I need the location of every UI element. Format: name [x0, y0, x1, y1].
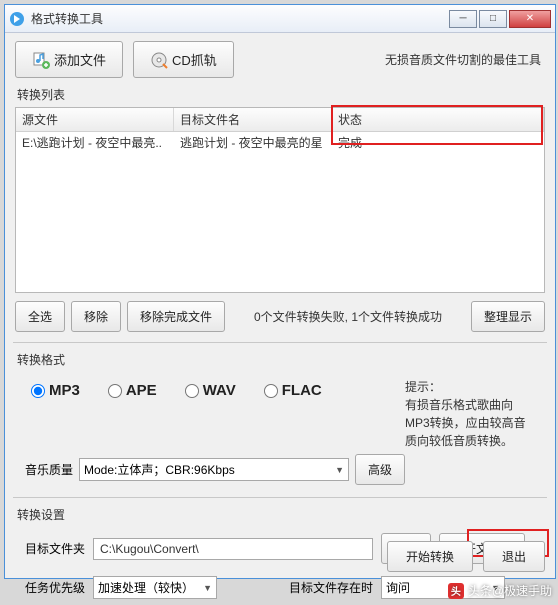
exists-value: 询问 [386, 579, 410, 596]
list-row[interactable]: E:\逃跑计划 - 夜空中最亮.. 逃跑计划 - 夜空中最亮的星 完成 [16, 132, 544, 153]
list-actions: 全选 移除 移除完成文件 0个文件转换失败, 1个文件转换成功 整理显示 [5, 293, 555, 340]
exit-button[interactable]: 退出 [483, 541, 545, 572]
priority-value: 加速处理（较快） [98, 579, 194, 596]
radio-ape-input[interactable] [108, 384, 122, 398]
window-title: 格式转换工具 [31, 10, 449, 27]
titlebar: 格式转换工具 ─ □ ✕ [5, 5, 555, 33]
row-target: 逃跑计划 - 夜空中最亮的星 [174, 132, 332, 153]
hint-title: 提示： [405, 380, 441, 394]
chevron-down-icon: ▼ [203, 583, 212, 593]
radio-ape[interactable]: APE [108, 382, 157, 399]
row-status: 完成 [332, 132, 544, 153]
format-hint: 提示： 有损音乐格式歌曲向MP3转换，应由较高音质向较低音质转换。 [405, 378, 535, 450]
format-section-label: 转换格式 [13, 349, 547, 372]
quality-label: 音乐质量 [25, 461, 73, 478]
add-file-button[interactable]: 添加文件 [15, 41, 123, 78]
cd-icon [150, 51, 168, 69]
main-toolbar: 添加文件 CD抓轨 无损音质文件切割的最佳工具 [5, 33, 555, 84]
format-options: MP3 APE WAV FLAC 提示： 有损音乐格式歌曲向MP3转换，应由较高… [13, 372, 547, 450]
col-status[interactable]: 状态 [332, 108, 544, 131]
tidy-display-button[interactable]: 整理显示 [471, 301, 545, 332]
conversion-summary: 0个文件转换失败, 1个文件转换成功 [231, 308, 465, 325]
radio-mp3[interactable]: MP3 [31, 382, 80, 399]
radio-mp3-input[interactable] [31, 384, 45, 398]
radio-flac-input[interactable] [264, 384, 278, 398]
exists-label: 目标文件存在时 [289, 579, 373, 596]
advanced-button[interactable]: 高级 [355, 454, 405, 485]
app-window: 格式转换工具 ─ □ ✕ 添加文件 CD抓轨 无损音质文件切割的最佳工具 转换列… [4, 4, 556, 579]
hint-body: 有损音乐格式歌曲向MP3转换，应由较高音质向较低音质转换。 [405, 398, 526, 448]
col-target[interactable]: 目标文件名 [174, 108, 332, 131]
remove-button[interactable]: 移除 [71, 301, 121, 332]
conversion-list: 源文件 目标文件名 状态 E:\逃跑计划 - 夜空中最亮.. 逃跑计划 - 夜空… [15, 107, 545, 293]
watermark: 头 头条@极速手助 [448, 582, 552, 599]
watermark-text: 头条@极速手助 [468, 582, 552, 599]
priority-select[interactable]: 加速处理（较快） ▼ [93, 576, 217, 599]
app-icon [9, 11, 25, 27]
quality-row: 音乐质量 Mode:立体声；CBR:96Kbps ▼ 高级 [13, 450, 547, 493]
radio-flac[interactable]: FLAC [264, 382, 322, 399]
maximize-button[interactable]: □ [479, 10, 507, 28]
footer-actions: 开始转换 退出 [387, 541, 545, 572]
select-all-button[interactable]: 全选 [15, 301, 65, 332]
list-section-label: 转换列表 [5, 84, 555, 107]
remove-done-button[interactable]: 移除完成文件 [127, 301, 225, 332]
slogan-text: 无损音质文件切割的最佳工具 [385, 51, 541, 68]
settings-section-label: 转换设置 [13, 504, 547, 527]
watermark-logo-icon: 头 [448, 583, 464, 599]
minimize-button[interactable]: ─ [449, 10, 477, 28]
add-file-label: 添加文件 [54, 50, 106, 69]
window-controls: ─ □ ✕ [449, 10, 551, 28]
list-header: 源文件 目标文件名 状态 [16, 108, 544, 132]
quality-select[interactable]: Mode:立体声；CBR:96Kbps ▼ [79, 458, 349, 481]
target-folder-label: 目标文件夹 [25, 540, 85, 557]
cd-rip-button[interactable]: CD抓轨 [133, 41, 234, 78]
row-source: E:\逃跑计划 - 夜空中最亮.. [16, 132, 174, 153]
cd-rip-label: CD抓轨 [172, 50, 217, 69]
quality-value: Mode:立体声；CBR:96Kbps [84, 461, 235, 478]
close-button[interactable]: ✕ [509, 10, 551, 28]
target-folder-input[interactable] [93, 538, 373, 560]
radio-wav-input[interactable] [185, 384, 199, 398]
col-source[interactable]: 源文件 [16, 108, 174, 131]
chevron-down-icon: ▼ [335, 465, 344, 475]
music-add-icon [32, 51, 50, 69]
priority-label: 任务优先级 [25, 579, 85, 596]
radio-wav[interactable]: WAV [185, 382, 236, 399]
start-button[interactable]: 开始转换 [387, 541, 473, 572]
